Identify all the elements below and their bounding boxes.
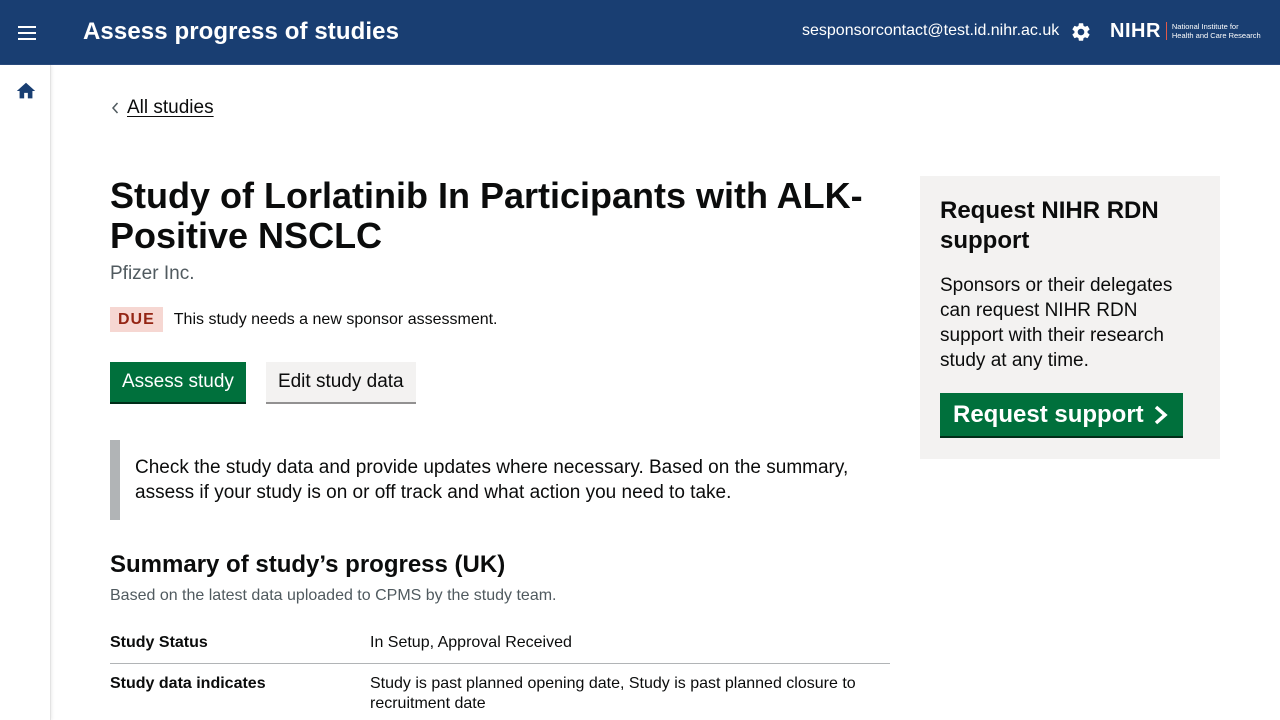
logo-line-2: Health and Care Research xyxy=(1171,31,1261,40)
edit-study-data-button[interactable]: Edit study data xyxy=(265,362,416,402)
request-support-label: Request support xyxy=(953,400,1144,428)
panel-title: Request NIHR RDN support xyxy=(940,197,1159,254)
logo-text: National Institute for Health and Care R… xyxy=(1172,22,1261,40)
assess-study-button[interactable]: Assess study xyxy=(110,362,246,402)
panel-body: Sponsors or their delegates can request … xyxy=(940,275,1173,371)
gear-icon[interactable] xyxy=(1070,21,1092,43)
request-support-panel: Request NIHR RDN support Sponsors or the… xyxy=(920,176,1220,459)
summary-key: Study data indicates xyxy=(110,675,266,692)
summary-hint: Based on the latest data uploaded to CPM… xyxy=(110,587,557,604)
summary-value: In Setup, Approval Received xyxy=(370,634,572,651)
page-title: Study of Lorlatinib In Participants with… xyxy=(110,175,863,256)
status-text: This study needs a new sponsor assessmen… xyxy=(173,310,498,328)
status-row: DUE This study needs a new sponsor asses… xyxy=(110,307,498,332)
summary-title: Summary of study’s progress (UK) xyxy=(110,551,506,578)
summary-value: Study is past planned opening date, Stud… xyxy=(370,675,856,712)
back-link-label[interactable]: All studies xyxy=(127,97,214,119)
app-header: Assess progress of studies sesponsorcont… xyxy=(0,0,1280,65)
request-support-button[interactable]: Request support xyxy=(940,393,1183,436)
summary-row: Study Status In Setup, Approval Received xyxy=(110,623,890,664)
user-email: sesponsorcontact@test.id.nihr.ac.uk xyxy=(802,22,1060,39)
action-buttons: Assess study Edit study data xyxy=(110,362,416,402)
home-icon[interactable] xyxy=(15,80,37,102)
summary-list: Study Status In Setup, Approval Received… xyxy=(110,623,890,720)
logo-separator xyxy=(1165,22,1167,40)
chevron-right-icon xyxy=(1154,405,1168,424)
logo-line-1: National Institute for xyxy=(1171,22,1239,31)
logo-mark: NIHR xyxy=(1110,19,1161,42)
back-link[interactable]: All studies xyxy=(110,97,214,119)
summary-key: Study Status xyxy=(110,634,208,651)
sponsor-name: Pfizer Inc. xyxy=(110,263,195,284)
nihr-logo[interactable]: NIHR National Institute for Health and C… xyxy=(1110,19,1261,43)
summary-row: Study data indicates Study is past plann… xyxy=(110,664,890,720)
chevron-left-icon xyxy=(111,102,119,114)
app-title[interactable]: Assess progress of studies xyxy=(83,18,399,46)
inset-text: Check the study data and provide updates… xyxy=(110,440,890,520)
hamburger-menu-icon[interactable] xyxy=(14,20,40,46)
status-badge: DUE xyxy=(110,307,163,332)
side-navigation xyxy=(0,65,51,720)
